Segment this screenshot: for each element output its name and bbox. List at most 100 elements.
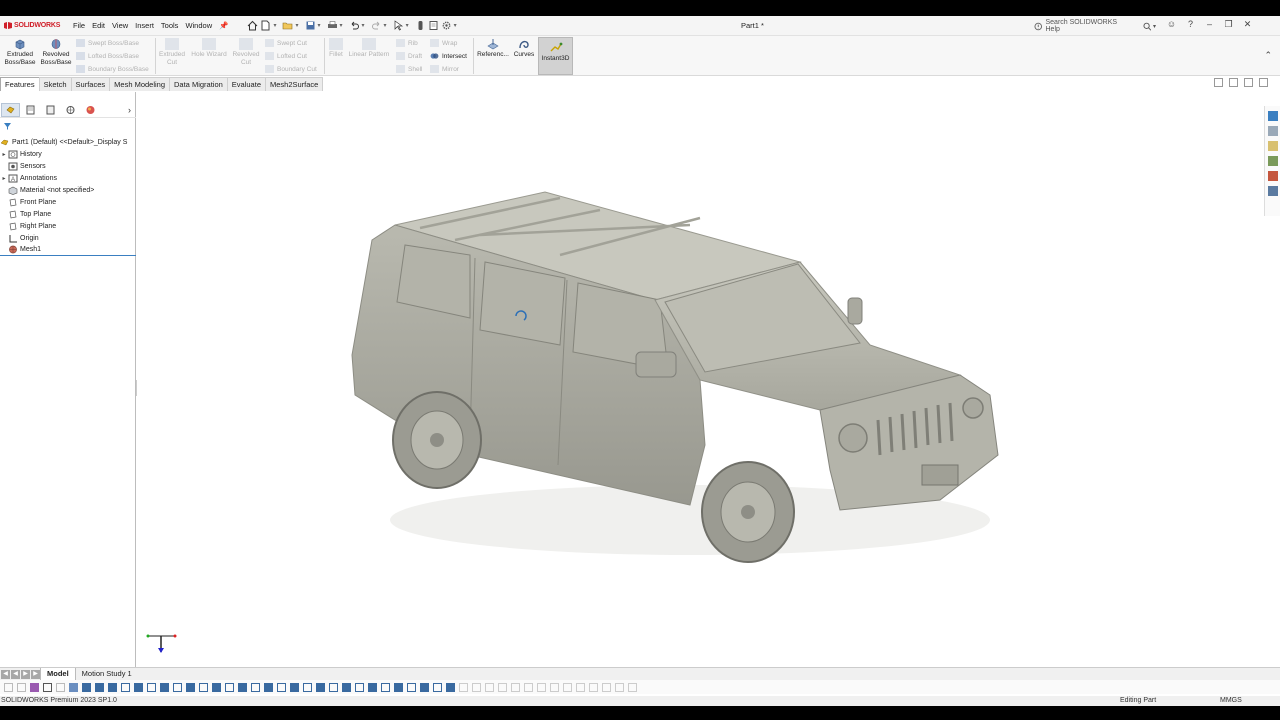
tab-motion-study[interactable]: Motion Study 1 — [76, 668, 138, 681]
tree-item-origin[interactable]: Origin — [0, 232, 136, 244]
doc-maximize-icon[interactable] — [1244, 78, 1253, 87]
tool-icon[interactable] — [433, 682, 442, 692]
tool-icon[interactable] — [277, 682, 286, 692]
fillet-button[interactable]: Fillet — [327, 38, 345, 59]
tab-sketch[interactable]: Sketch — [38, 77, 72, 91]
command-manager-collapse-icon[interactable]: ⌃ — [1264, 50, 1272, 61]
tool-icon[interactable] — [82, 682, 91, 692]
tab-data-migration[interactable]: Data Migration — [169, 77, 228, 91]
doc-restore-icon[interactable] — [1229, 78, 1238, 87]
curves-button[interactable]: Curves — [511, 38, 537, 59]
tool-icon[interactable] — [251, 682, 260, 692]
tool-icon[interactable] — [4, 682, 13, 692]
tool-icon[interactable] — [17, 682, 26, 692]
tool-icon[interactable] — [511, 682, 520, 692]
doc-close-icon[interactable] — [1259, 78, 1268, 87]
tool-icon[interactable] — [134, 682, 143, 692]
help-icon[interactable]: ? — [1185, 19, 1196, 30]
tool-icon[interactable] — [589, 682, 598, 692]
propertymanager-tab[interactable] — [21, 103, 40, 117]
tool-icon[interactable] — [550, 682, 559, 692]
home-icon[interactable] — [247, 20, 258, 31]
lofted-boss-button[interactable]: Lofted Boss/Base — [76, 52, 139, 60]
displaymanager-tab[interactable] — [81, 103, 100, 117]
tool-icon[interactable] — [121, 682, 130, 692]
tab-surfaces[interactable]: Surfaces — [70, 77, 111, 91]
tree-item-front-plane[interactable]: Front Plane — [0, 196, 136, 208]
view-palette-icon[interactable] — [1268, 156, 1278, 166]
tool-icon[interactable] — [446, 682, 455, 692]
tree-item-mesh1[interactable]: Mesh1 — [0, 244, 136, 256]
reference-geometry-button[interactable]: Referenc... — [476, 38, 510, 59]
open-folder-icon[interactable] — [282, 20, 293, 31]
custom-properties-icon[interactable] — [1268, 186, 1278, 196]
tool-icon[interactable] — [368, 682, 377, 692]
tool-icon[interactable] — [329, 682, 338, 692]
print-dropdown-icon[interactable]: ▾ — [340, 22, 343, 29]
status-units[interactable]: MMGS — [1220, 697, 1242, 704]
instant3d-button[interactable]: Instant3D — [538, 37, 573, 75]
tool-icon[interactable] — [316, 682, 325, 692]
next-tab-icon[interactable]: ▶ — [21, 669, 30, 679]
extruded-boss-button[interactable]: Extruded Boss/Base — [3, 38, 37, 67]
tool-icon[interactable] — [524, 682, 533, 692]
tree-root[interactable]: Part1 (Default) <<Default>_Display S — [0, 136, 136, 148]
tool-icon[interactable] — [394, 682, 403, 692]
draft-button[interactable]: Draft — [396, 52, 422, 60]
tool-icon[interactable] — [342, 682, 351, 692]
redo-dropdown-icon[interactable]: ▾ — [384, 22, 387, 29]
redo-icon[interactable] — [371, 20, 382, 31]
tool-icon[interactable] — [186, 682, 195, 692]
boundary-boss-button[interactable]: Boundary Boss/Base — [76, 65, 149, 73]
dimxpertmanager-tab[interactable] — [61, 103, 80, 117]
tool-icon[interactable] — [173, 682, 182, 692]
tool-icon[interactable] — [264, 682, 273, 692]
tool-icon[interactable] — [290, 682, 299, 692]
swept-boss-button[interactable]: Swept Boss/Base — [76, 39, 139, 47]
tool-icon[interactable] — [225, 682, 234, 692]
pin-icon[interactable]: 📌 — [219, 21, 228, 30]
tool-icon[interactable] — [355, 682, 364, 692]
doc-minimize-icon[interactable] — [1214, 78, 1223, 87]
save-dropdown-icon[interactable]: ▾ — [318, 22, 321, 29]
tab-mesh2surface[interactable]: Mesh2Surface — [264, 77, 324, 91]
featuremanager-tab[interactable] — [1, 103, 20, 117]
tree-item-right-plane[interactable]: Right Plane — [0, 220, 136, 232]
tool-icon[interactable] — [160, 682, 169, 692]
panel-expand-arrow-icon[interactable]: › — [128, 105, 131, 115]
tree-item-material[interactable]: Material <not specified> — [0, 184, 136, 196]
first-tab-icon[interactable]: ◀ — [1, 669, 10, 679]
tree-item-history[interactable]: ▸ History — [0, 148, 136, 160]
file-properties-icon[interactable] — [428, 20, 439, 31]
menu-view[interactable]: View — [112, 21, 128, 30]
tool-icon[interactable] — [472, 682, 481, 692]
tab-model[interactable]: Model — [40, 667, 76, 681]
graphics-area[interactable] — [137, 92, 1264, 670]
menu-edit[interactable]: Edit — [92, 21, 105, 30]
rib-button[interactable]: Rib — [396, 39, 418, 47]
print-icon[interactable] — [327, 20, 338, 31]
wrap-button[interactable]: Wrap — [430, 39, 457, 47]
tool-icon[interactable] — [30, 682, 39, 692]
tool-icon[interactable] — [238, 682, 247, 692]
undo-icon[interactable] — [349, 20, 360, 31]
hole-wizard-button[interactable]: Hole Wizard — [189, 38, 229, 59]
undo-dropdown-icon[interactable]: ▾ — [362, 22, 365, 29]
last-tab-icon[interactable]: ▶ — [31, 669, 40, 679]
tab-mesh-modeling[interactable]: Mesh Modeling — [109, 77, 171, 91]
search-icon[interactable] — [1142, 22, 1152, 31]
new-document-icon[interactable] — [260, 20, 271, 31]
menu-insert[interactable]: Insert — [135, 21, 154, 30]
tool-icon[interactable] — [485, 682, 494, 692]
configurationmanager-tab[interactable] — [41, 103, 60, 117]
tool-icon[interactable] — [576, 682, 585, 692]
tool-icon[interactable] — [199, 682, 208, 692]
minimize-icon[interactable]: – — [1204, 19, 1215, 30]
menu-window[interactable]: Window — [185, 21, 212, 30]
rebuild-icon[interactable] — [415, 20, 426, 31]
solidworks-resources-icon[interactable] — [1268, 111, 1278, 121]
tool-icon[interactable] — [108, 682, 117, 692]
swept-cut-button[interactable]: Swept Cut — [265, 39, 307, 47]
tool-icon[interactable] — [628, 682, 637, 692]
appearances-icon[interactable] — [1268, 171, 1278, 181]
